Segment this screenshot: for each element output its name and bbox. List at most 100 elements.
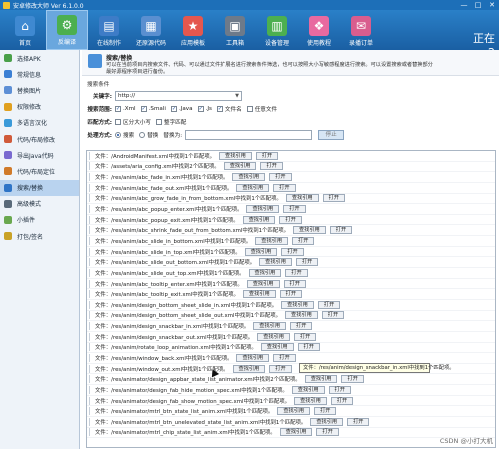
sidebar-item[interactable]: 代码/布局定位 <box>0 163 79 179</box>
open-button[interactable]: 打开 <box>341 375 364 384</box>
open-button[interactable]: 打开 <box>273 353 296 362</box>
radio-dot[interactable] <box>115 131 121 138</box>
chevron-down-icon[interactable]: ▼ <box>235 93 241 99</box>
locate-button[interactable]: 查找引用 <box>279 428 313 437</box>
toolbar-tutorial-button[interactable]: ❖ 使用教程 <box>298 10 340 50</box>
locate-button[interactable]: 查找引用 <box>281 300 314 309</box>
checkbox-option[interactable]: ✓ 文件名 <box>216 105 242 113</box>
locate-button[interactable]: 查找引用 <box>248 268 282 277</box>
results-list[interactable]: 文件：/AndroidManifest.xml中找到1个匹配项。 查找引用 打开 文件… <box>86 150 496 448</box>
open-button[interactable]: 打开 <box>322 194 345 203</box>
toolbar-toolbox-button[interactable]: ▣ 工具箱 <box>214 10 256 50</box>
checkbox-option[interactable]: ✓ .Smali <box>140 105 166 112</box>
toolbar-device-button[interactable]: ▥ 设备管理 <box>256 10 298 50</box>
checkbox-option[interactable]: ✓ .Xml <box>115 105 136 112</box>
locate-button[interactable]: 查找引用 <box>236 353 270 362</box>
open-button[interactable]: 打开 <box>321 311 345 320</box>
toolbar-home-button[interactable]: ⌂ 首页 <box>4 10 46 50</box>
locate-button[interactable]: 查找引用 <box>257 332 290 341</box>
sidebar-item[interactable]: 打包/签名 <box>0 228 79 244</box>
open-button[interactable]: 打开 <box>330 396 354 405</box>
locate-button[interactable]: 查找引用 <box>259 258 292 267</box>
open-button[interactable]: 打开 <box>314 407 337 416</box>
toolbar-order-button[interactable]: ✉ 录播订单 <box>340 10 382 50</box>
locate-button[interactable]: 查找引用 <box>260 343 294 352</box>
open-button[interactable]: 打开 <box>279 215 302 224</box>
locate-button[interactable]: 查找引用 <box>304 375 338 384</box>
checkbox-box[interactable]: ✓ <box>170 105 177 112</box>
open-button[interactable]: 打开 <box>285 268 308 277</box>
locate-button[interactable]: 查找引用 <box>253 322 287 331</box>
checkbox-option[interactable]: ✓ .Java <box>170 105 193 112</box>
checkbox-box[interactable] <box>246 105 253 112</box>
radio-option[interactable]: 搜索 <box>115 131 134 139</box>
sidebar-item[interactable]: 选择APK <box>0 50 79 66</box>
checkbox-box[interactable] <box>155 118 162 125</box>
checkbox-box[interactable]: ✓ <box>140 105 147 112</box>
minimize-button[interactable]: — <box>457 0 471 10</box>
sidebar-item[interactable]: 替换图片 <box>0 82 79 98</box>
open-button[interactable]: 打开 <box>293 332 317 341</box>
open-button[interactable]: 打开 <box>317 300 341 309</box>
open-button[interactable]: 打开 <box>269 173 292 182</box>
checkbox-option[interactable]: 区分大小写 <box>115 118 151 126</box>
toolbar-template-button[interactable]: ★ 应用模板 <box>172 10 214 50</box>
locate-button[interactable]: 查找引用 <box>246 205 280 214</box>
open-button[interactable]: 打开 <box>279 290 303 299</box>
checkbox-option[interactable]: 整字匹配 <box>155 118 186 126</box>
open-button[interactable]: 打开 <box>347 417 370 426</box>
locate-button[interactable]: 查找引用 <box>291 385 325 394</box>
locate-button[interactable]: 查找引用 <box>244 247 278 256</box>
open-button[interactable]: 打开 <box>281 247 304 256</box>
open-button[interactable]: 打开 <box>283 205 306 214</box>
open-button[interactable]: 打开 <box>283 279 306 288</box>
stop-button[interactable]: 停止 <box>318 129 345 140</box>
checkbox-box[interactable]: ✓ <box>115 105 121 112</box>
close-button[interactable]: ✕ <box>485 0 499 10</box>
sidebar-item[interactable]: 多语言汉化 <box>0 115 79 131</box>
open-button[interactable]: 打开 <box>273 183 296 192</box>
sidebar-item[interactable]: 导出Java代码 <box>0 147 79 163</box>
locate-button[interactable]: 查找引用 <box>232 364 266 373</box>
open-button[interactable]: 打开 <box>269 364 292 373</box>
locate-button[interactable]: 查找引用 <box>236 183 270 192</box>
open-button[interactable]: 打开 <box>255 151 279 160</box>
sidebar-item[interactable]: 代码/布局修改 <box>0 131 79 147</box>
locate-button[interactable]: 查找引用 <box>285 194 319 203</box>
locate-button[interactable]: 查找引用 <box>246 279 280 288</box>
locate-button[interactable]: 查找引用 <box>292 226 326 235</box>
sidebar-item[interactable]: 高级模式 <box>0 196 79 212</box>
open-button[interactable]: 打开 <box>328 385 351 394</box>
toolbar-source-code-button[interactable]: ▦ 还原源代码 <box>130 10 172 50</box>
toolbar-online-make-button[interactable]: ▤ 在线制作 <box>88 10 130 50</box>
locate-button[interactable]: 查找引用 <box>219 151 252 160</box>
locate-button[interactable]: 查找引用 <box>242 290 276 299</box>
sidebar-item[interactable]: 权限修改 <box>0 99 79 115</box>
checkbox-option[interactable]: 任意文件 <box>246 105 277 113</box>
checkbox-option[interactable]: ✓ .Js <box>197 105 212 112</box>
locate-button[interactable]: 查找引用 <box>310 417 344 426</box>
maximize-button[interactable]: □ <box>471 0 485 10</box>
locate-button[interactable]: 查找引用 <box>255 236 289 245</box>
locate-button[interactable]: 查找引用 <box>232 173 266 182</box>
locate-button[interactable]: 查找引用 <box>277 407 311 416</box>
sidebar-item[interactable]: 常规信息 <box>0 66 79 82</box>
checkbox-box[interactable] <box>115 118 121 125</box>
sidebar-item[interactable]: 小插件 <box>0 212 79 228</box>
checkbox-box[interactable]: ✓ <box>216 105 223 112</box>
replace-input[interactable] <box>185 129 313 140</box>
open-button[interactable]: 打开 <box>297 343 320 352</box>
toolbar-decompile-button[interactable]: ⚙ 反编译 <box>46 10 88 50</box>
open-button[interactable]: 打开 <box>316 428 339 437</box>
locate-button[interactable]: 查找引用 <box>223 162 257 171</box>
radio-dot[interactable] <box>139 131 146 138</box>
checkbox-box[interactable]: ✓ <box>197 105 204 112</box>
locate-button[interactable]: 查找引用 <box>285 311 318 320</box>
open-button[interactable]: 打开 <box>329 226 353 235</box>
locate-button[interactable]: 查找引用 <box>294 396 327 405</box>
open-button[interactable]: 打开 <box>292 236 315 245</box>
open-button[interactable]: 打开 <box>260 162 283 171</box>
open-button[interactable]: 打开 <box>295 258 319 267</box>
sidebar-item[interactable]: 搜索/替换 <box>0 179 79 196</box>
locate-button[interactable]: 查找引用 <box>242 215 276 224</box>
